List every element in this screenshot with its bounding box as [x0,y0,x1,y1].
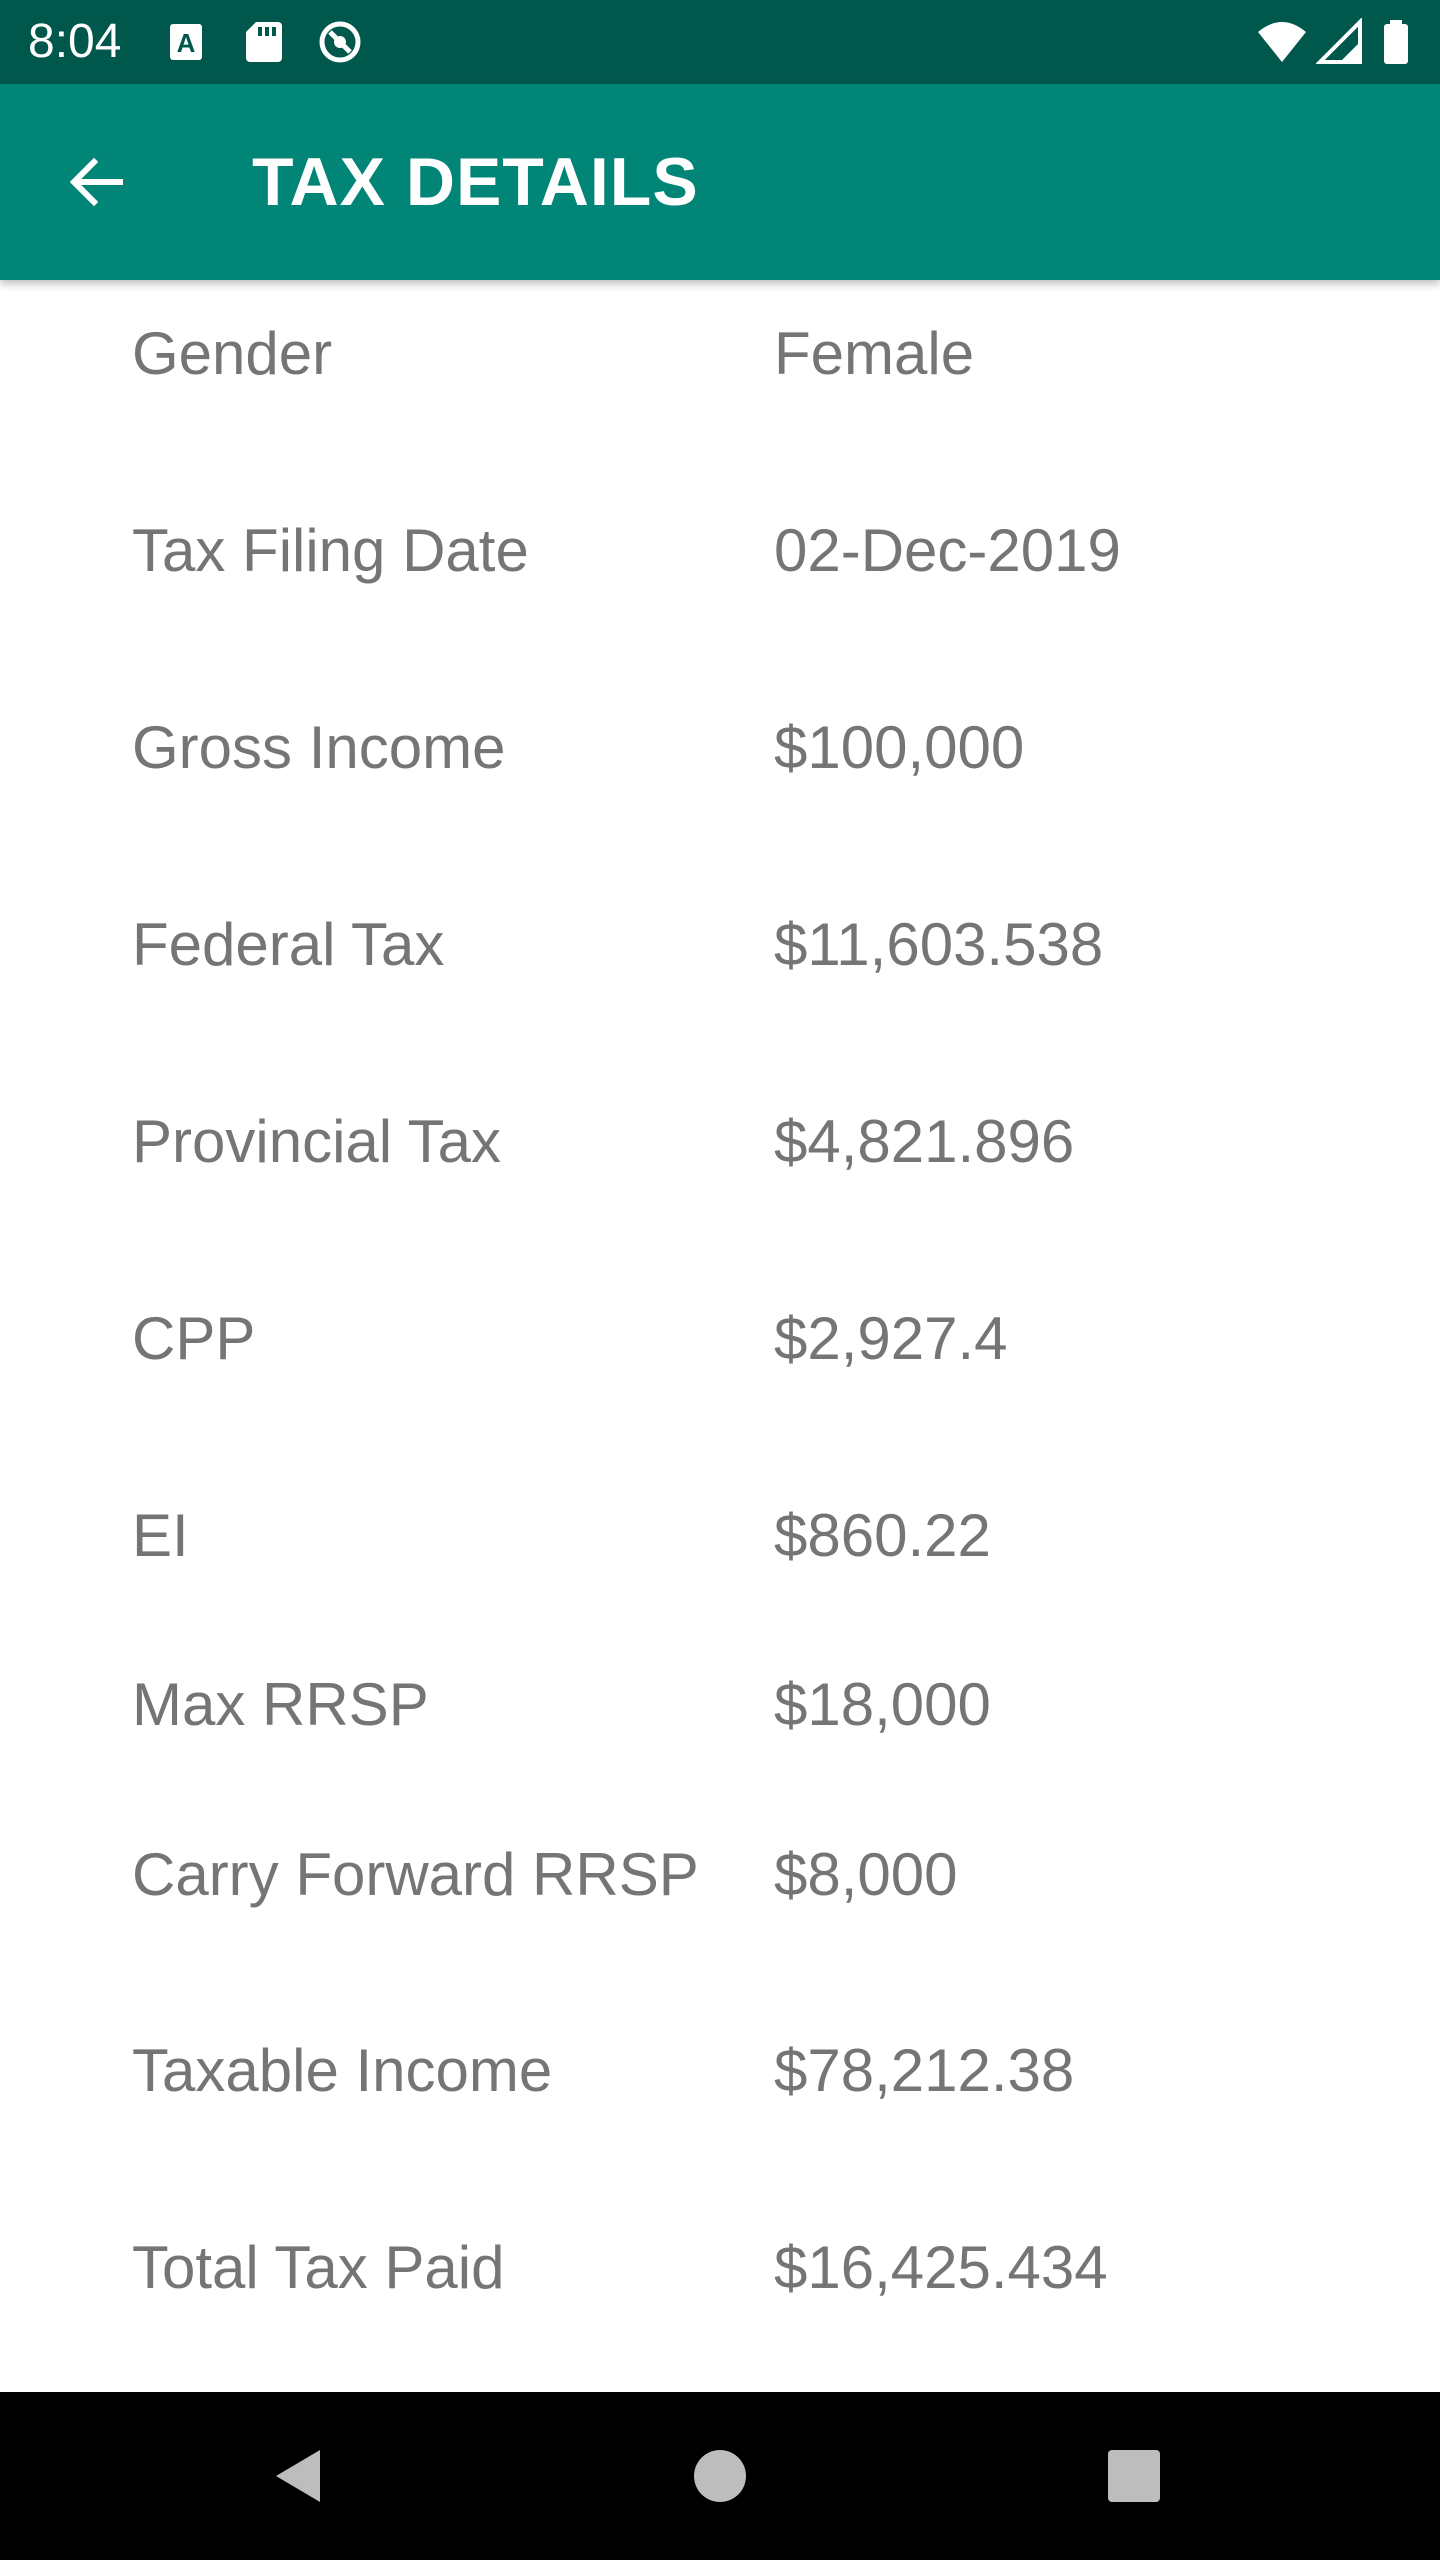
svg-text:A: A [177,28,196,58]
detail-value: $11,603.538 [774,911,1104,978]
arrow-back-icon [69,157,123,207]
detail-label: Total Tax Paid [132,2234,505,2301]
detail-value: $4,821.896 [774,1108,1075,1175]
detail-label: Federal Tax [132,911,445,978]
page-title: TAX DETAILS [252,144,699,220]
status-bar: 8:04 A [0,0,1440,84]
detail-row-cpp: CPP $2,927.4 [0,1289,1440,1389]
detail-row-gender: Gender Female [0,304,1440,404]
nav-recents-button[interactable] [1086,2428,1182,2524]
detail-value: $860.22 [774,1502,991,1569]
home-circle-icon [694,2450,746,2502]
detail-row-federal-tax: Federal Tax $11,603.538 [0,895,1440,995]
detail-row-total-tax-paid: Total Tax Paid $16,425.434 [0,2218,1440,2318]
detail-row-taxable-income: Taxable Income $78,212.38 [0,2021,1440,2121]
detail-row-gross-income: Gross Income $100,000 [0,698,1440,798]
detail-value: $8,000 [774,1841,958,1908]
system-navigation-bar [0,2392,1440,2560]
detail-value: 02-Dec-2019 [774,517,1121,584]
detail-row-tax-filing-date: Tax Filing Date 02-Dec-2019 [0,501,1440,601]
sync-icon [316,18,364,66]
detail-label: Carry Forward RRSP [132,1841,699,1908]
detail-label: Max RRSP [132,1671,429,1738]
detail-row-provincial-tax: Provincial Tax $4,821.896 [0,1092,1440,1192]
detail-label: Provincial Tax [132,1108,502,1175]
signal-icon [1315,17,1364,66]
detail-label: Taxable Income [132,2037,553,2104]
detail-value: $18,000 [774,1671,991,1738]
sd-card-icon [240,18,288,66]
detail-label: Tax Filing Date [132,517,529,584]
status-time: 8:04 [28,15,122,68]
back-triangle-icon [276,2450,320,2502]
detail-label: EI [132,1502,189,1569]
detail-row-max-rrsp: Max RRSP $18,000 [0,1655,1440,1755]
back-button[interactable] [48,134,144,230]
detail-value: $2,927.4 [774,1305,1008,1372]
detail-value: Female [774,320,975,387]
battery-icon [1380,18,1412,66]
wifi-icon [1256,18,1306,66]
nav-back-button[interactable] [252,2428,348,2524]
detail-value: $16,425.434 [774,2234,1108,2301]
a-icon: A [164,18,212,66]
detail-row-carry-forward-rrsp: Carry Forward RRSP $8,000 [0,1825,1440,1925]
recents-square-icon [1108,2450,1160,2502]
detail-label: CPP [132,1305,256,1372]
app-bar: TAX DETAILS [0,84,1440,280]
detail-label: Gross Income [132,714,506,781]
nav-home-button[interactable] [672,2428,768,2524]
detail-value: $100,000 [774,714,1025,781]
detail-value: $78,212.38 [774,2037,1075,2104]
detail-label: Gender [132,320,333,387]
tax-details-list: Gender Female Tax Filing Date 02-Dec-201… [0,280,1440,2392]
detail-row-ei: EI $860.22 [0,1486,1440,1586]
